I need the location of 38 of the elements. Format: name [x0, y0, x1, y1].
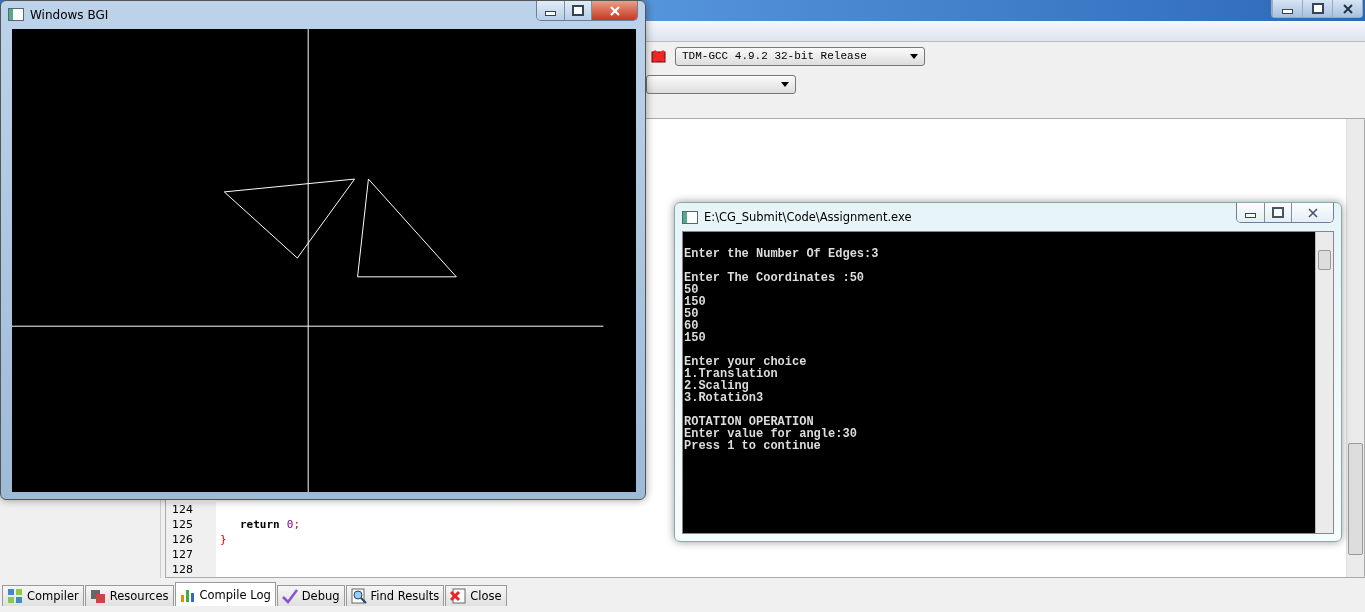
- panel-tab[interactable]: Debug: [276, 585, 345, 606]
- window-icon: [8, 8, 24, 22]
- code-line: return 0;: [240, 518, 300, 531]
- line-number: 127: [166, 547, 216, 562]
- close-icon[interactable]: [591, 1, 637, 20]
- caret-icon: [910, 53, 918, 59]
- checkmark-icon: [281, 588, 298, 604]
- console-output: Enter the Number Of Edges:3 Enter The Coordinates :50 50 150 50 60 150 Enter your choice 1.Translation 2.Scaling 3.Rotation3 ROTATION OPERATION Enter value for angle:30 Press 1 to continue: [683, 246, 880, 455]
- window-title: Windows BGI: [30, 7, 110, 22]
- panel-tab[interactable]: Close: [445, 585, 507, 606]
- restore-icon[interactable]: [1302, 0, 1332, 17]
- minimize-icon[interactable]: [537, 1, 564, 20]
- line-number: 128: [166, 562, 216, 577]
- close-icon[interactable]: [1332, 0, 1362, 17]
- panel-tab[interactable]: Resources: [84, 585, 174, 606]
- dropdown[interactable]: [646, 74, 796, 94]
- close-icon: [450, 588, 467, 604]
- window-title: E:\CG_Submit\Code\Assignment.exe: [704, 210, 913, 224]
- grid-icon: [7, 588, 23, 604]
- compiler-dropdown[interactable]: TDM-GCC 4.9.2 32-bit Release: [675, 46, 925, 66]
- panel-tab[interactable]: Compile Log: [174, 582, 276, 606]
- maximize-icon[interactable]: [1264, 203, 1291, 222]
- panel-tab[interactable]: Compiler: [2, 585, 84, 606]
- cross-icon[interactable]: [651, 48, 667, 64]
- scrollbar[interactable]: [1346, 119, 1364, 577]
- maximize-icon[interactable]: [564, 1, 591, 20]
- panel-tab[interactable]: Find Results: [345, 585, 445, 606]
- window-icon: [682, 210, 698, 224]
- minimize-icon[interactable]: [1272, 0, 1302, 17]
- search-icon: [350, 588, 367, 604]
- squares-icon: [89, 588, 106, 604]
- scrollbar[interactable]: [1315, 232, 1333, 533]
- line-number: 126: [166, 532, 216, 547]
- caret-icon: [781, 81, 789, 87]
- code-line: }: [220, 533, 227, 546]
- line-number: 124: [166, 502, 216, 517]
- minimize-icon[interactable]: [1237, 203, 1264, 222]
- line-number: 125: [166, 517, 216, 532]
